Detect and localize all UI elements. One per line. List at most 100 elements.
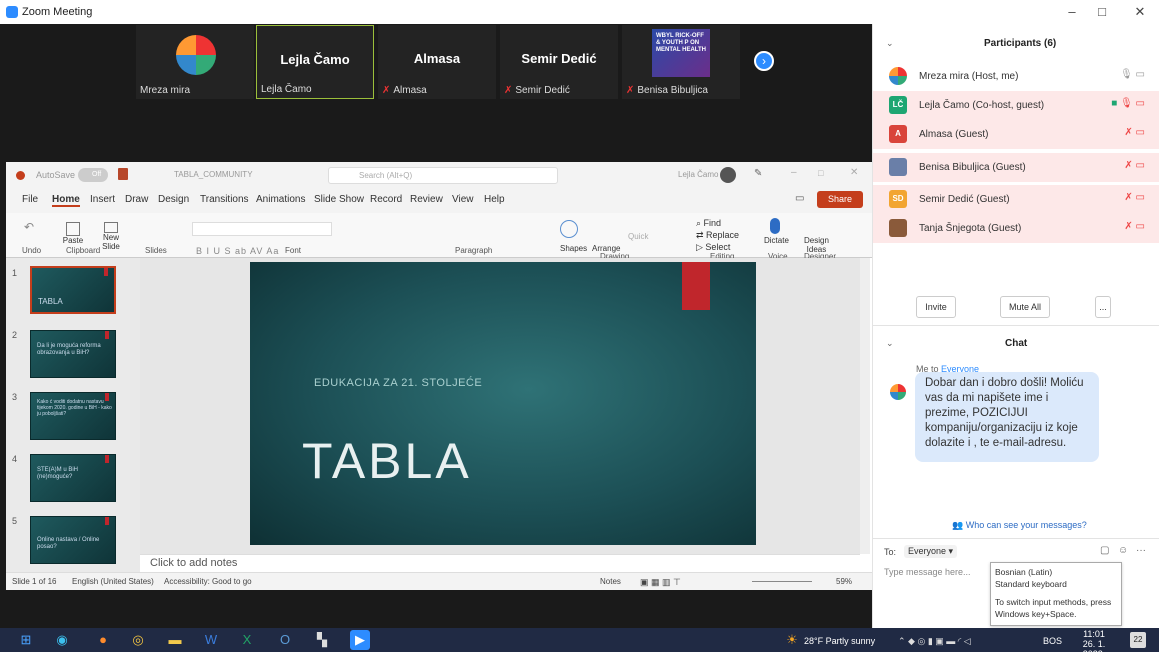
menu-transitions[interactable]: Transitions [200, 194, 249, 205]
replace-button[interactable]: ⇄ Replace [696, 230, 739, 241]
chrome-icon[interactable]: ◎ [128, 630, 148, 650]
file-icon[interactable]: ▢ [1100, 545, 1109, 556]
menu-design[interactable]: Design [158, 194, 189, 205]
current-slide[interactable]: EDUKACIJA ZA 21. STOLJEĆE TABLA [250, 262, 756, 545]
ppt-close-icon[interactable]: ✕ [850, 167, 858, 178]
menu-file[interactable]: File [22, 194, 38, 205]
notes-pane[interactable]: Click to add notes [140, 554, 860, 572]
zoom-level[interactable]: 59% [836, 577, 852, 586]
participant-row[interactable]: Mreza mira (Host, me) 🎙 ▭ [873, 62, 1159, 91]
input-language[interactable]: BOS [1043, 636, 1062, 646]
dictate-button[interactable]: Dictate [764, 236, 789, 245]
restore-button[interactable]: □ [1092, 4, 1112, 19]
video-tile[interactable]: Mreza mira [136, 25, 254, 99]
menu-home[interactable]: Home [52, 194, 80, 207]
outlook-icon[interactable]: O [275, 630, 295, 650]
font-format-buttons[interactable]: B I U S ab AV Aa [196, 246, 279, 256]
comments-icon[interactable]: ▭ [795, 193, 804, 204]
participant-row[interactable]: LČ Lejla Čamo (Co-host, guest) ■ 🎙 ▭ [873, 91, 1159, 120]
close-button[interactable]: ✕ [1130, 4, 1150, 20]
chat-input[interactable]: Type message here... [884, 567, 984, 577]
quick-styles-button[interactable]: Quick [628, 232, 648, 241]
new-slide-button[interactable]: New Slide [100, 222, 122, 251]
clock[interactable]: 11:01 26. 1. 2022. [1076, 629, 1112, 659]
participant-row[interactable]: A Almasa (Guest) ✗ ▭ [873, 120, 1159, 149]
find-button[interactable]: ⌕ Find [696, 218, 721, 229]
edge-icon[interactable]: ◉ [52, 630, 72, 650]
avatar[interactable] [720, 167, 736, 183]
menu-draw[interactable]: Draw [125, 194, 148, 205]
collapse-participants-icon[interactable]: ⌄ [886, 38, 894, 49]
app-icon[interactable]: ▚ [312, 630, 332, 650]
share-button[interactable]: Share [817, 191, 863, 208]
view-buttons[interactable]: ▣ ▦ ▥ ⊤ [640, 577, 681, 588]
excel-icon[interactable]: X [237, 630, 257, 650]
video-tile[interactable]: WBYL RICK-OFF & YOUTH P ON MENTAL HEALTH… [622, 25, 740, 99]
design-ideas-label: Design [804, 236, 829, 245]
menu-animations[interactable]: Animations [256, 194, 305, 205]
recipient-select[interactable]: Everyone ▾ [904, 545, 958, 558]
more-icon[interactable]: ··· [1136, 545, 1146, 556]
paste-button[interactable]: Paste [62, 222, 84, 245]
ppt-minimize-icon[interactable]: – [791, 167, 797, 178]
video-thumbnail-text: WBYL RICK-OFF & YOUTH P ON MENTAL HEALTH [656, 33, 706, 53]
notification-icon[interactable]: 22 [1130, 632, 1146, 648]
menu-slide-show[interactable]: Slide Show [314, 194, 364, 205]
divider [873, 538, 1159, 539]
slide-scrollbar[interactable] [860, 258, 870, 554]
menu-view[interactable]: View [452, 194, 474, 205]
video-tile[interactable]: Semir Dedić ✗ Semir Dedić [500, 25, 618, 99]
slide-number: 3 [12, 392, 18, 402]
ppt-search-input[interactable]: Search (Alt+Q) [328, 167, 558, 184]
accessibility-status[interactable]: Accessibility: Good to go [164, 577, 252, 586]
menu-record[interactable]: Record [370, 194, 402, 205]
emoji-icon[interactable]: ☺ [1118, 545, 1128, 556]
slide-thumbnail-2[interactable]: Da li je moguća reforma obrazovanja u Bi… [30, 330, 116, 378]
shapes-button[interactable]: Shapes [560, 244, 587, 253]
to-label: To: [884, 547, 897, 557]
video-tile[interactable]: Almasa ✗ Almasa [378, 25, 496, 99]
menu-review[interactable]: Review [410, 194, 443, 205]
cursor-icon: ▷ [696, 242, 706, 252]
ppt-restore-icon[interactable]: □ [818, 168, 823, 178]
windows-start-icon[interactable]: ⊞ [16, 630, 36, 650]
video-tile-active[interactable]: Lejla Čamo Lejla Čamo [256, 25, 374, 99]
zoom-slider[interactable] [752, 581, 812, 582]
weather-text[interactable]: 28°F Partly sunny [804, 636, 875, 646]
minimize-button[interactable]: – [1062, 4, 1082, 19]
font-name-select[interactable] [192, 222, 332, 236]
word-icon[interactable]: W [201, 630, 221, 650]
autosave-toggle[interactable]: Off [78, 168, 108, 182]
new-slide-label: New [102, 233, 119, 242]
menu-help[interactable]: Help [484, 194, 505, 205]
notes-button[interactable]: Notes [600, 577, 621, 586]
chevron-right-icon[interactable]: › [754, 51, 774, 71]
language-status[interactable]: English (United States) [72, 577, 154, 586]
mute-all-button[interactable]: Mute All [1000, 296, 1050, 318]
more-button[interactable]: ... [1095, 296, 1111, 318]
firefox-icon[interactable]: ● [93, 630, 113, 650]
pen-icon[interactable]: ✎ [754, 168, 762, 179]
slide-thumbnail-3[interactable]: Kako ć voditi dodatnu nastavu tijekom 20… [30, 392, 116, 440]
slide-thumbnail-4[interactable]: STE(A)M u BiH (ne)moguće? [30, 454, 116, 502]
undo-icon[interactable]: ↶ [24, 220, 34, 234]
file-explorer-icon[interactable]: ▬ [165, 630, 185, 650]
save-icon[interactable] [118, 168, 128, 180]
tile-name: Semir Dedić [521, 51, 597, 66]
participant-row[interactable]: Benisa Bibuljica (Guest) ✗ ▭ [873, 153, 1159, 182]
menu-insert[interactable]: Insert [90, 194, 115, 205]
zoom-taskbar-icon[interactable]: ▶ [350, 630, 370, 650]
participant-row[interactable]: Tanja Šnjegota (Guest) ✗ ▭ [873, 214, 1159, 243]
weather-icon: ☀ [786, 632, 798, 647]
system-tray-icons[interactable]: ⌃ ◆ ◎ ▮ ▣ ▬ ◜ ◁ [898, 636, 971, 647]
search-icon: ⌕ [696, 218, 704, 228]
slide-thumbnail-5[interactable]: Online nastava / Online posao? [30, 516, 116, 564]
collapse-chat-icon[interactable]: ⌄ [886, 338, 894, 349]
who-can-see-link[interactable]: 👥 Who can see your messages? [952, 520, 1087, 531]
slide-thumbnail-1[interactable]: TABLA [30, 266, 116, 314]
group-label-slides: Slides [145, 246, 167, 255]
invite-button[interactable]: Invite [916, 296, 956, 318]
participant-row[interactable]: SD Semir Dedić (Guest) ✗ ▭ [873, 185, 1159, 214]
thumbnails-scrollbar[interactable] [130, 258, 140, 572]
mic-muted-icon: ✗ [382, 85, 391, 96]
